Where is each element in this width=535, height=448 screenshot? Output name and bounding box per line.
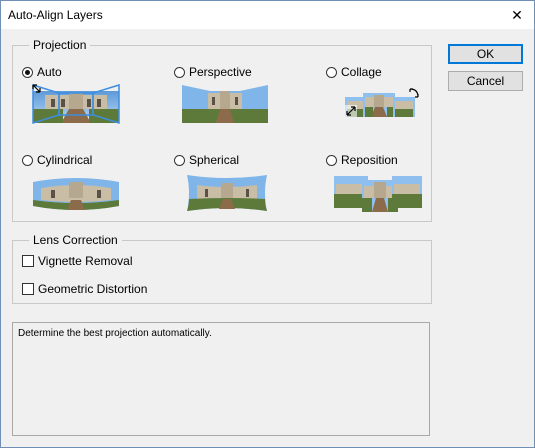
ok-button[interactable]: OK xyxy=(448,44,523,64)
radio-label: Spherical xyxy=(189,153,240,167)
spherical-projection-thumbnail xyxy=(187,175,267,211)
close-icon: ✕ xyxy=(511,6,523,23)
radio-indicator[interactable] xyxy=(326,66,337,78)
resize-arrow-icon xyxy=(32,84,41,93)
rotate-arrow-icon xyxy=(409,88,419,98)
close-button[interactable]: ✕ xyxy=(500,1,534,29)
radio-label: Reposition xyxy=(341,153,398,167)
resize-arrow-icon xyxy=(345,105,357,117)
geometric-distortion-checkbox[interactable]: Geometric Distortion xyxy=(22,282,147,296)
radio-indicator[interactable] xyxy=(22,154,33,166)
radio-spherical[interactable]: Spherical xyxy=(174,153,239,167)
radio-collage[interactable]: Collage xyxy=(326,65,382,79)
radio-perspective[interactable]: Perspective xyxy=(174,65,252,79)
description-box: Determine the best projection automatica… xyxy=(12,322,430,436)
checkbox-label: Geometric Distortion xyxy=(38,282,148,296)
cancel-button[interactable]: Cancel xyxy=(448,71,523,91)
radio-label: Auto xyxy=(37,65,62,79)
title-bar: Auto-Align Layers ✕ xyxy=(1,1,534,29)
description-text: Determine the best projection automatica… xyxy=(18,328,212,339)
radio-reposition[interactable]: Reposition xyxy=(326,153,398,167)
checkbox-indicator[interactable] xyxy=(22,255,34,267)
projection-legend: Projection xyxy=(29,38,91,52)
radio-label: Cylindrical xyxy=(37,153,93,167)
reposition-projection-thumbnail xyxy=(334,176,422,212)
perspective-projection-thumbnail xyxy=(182,83,268,125)
auto-align-layers-dialog: Auto-Align Layers ✕ Projection Auto Pers… xyxy=(0,0,535,448)
auto-projection-thumbnail xyxy=(32,83,120,125)
cylindrical-projection-thumbnail xyxy=(33,178,119,210)
radio-label: Perspective xyxy=(189,65,252,79)
radio-label: Collage xyxy=(341,65,382,79)
dialog-title: Auto-Align Layers xyxy=(8,8,103,22)
vignette-removal-checkbox[interactable]: Vignette Removal xyxy=(22,254,133,268)
radio-auto[interactable]: Auto xyxy=(22,65,62,79)
lens-correction-legend: Lens Correction xyxy=(29,233,122,247)
radio-indicator[interactable] xyxy=(174,154,185,166)
radio-indicator[interactable] xyxy=(22,66,33,78)
checkbox-indicator[interactable] xyxy=(22,283,34,295)
radio-indicator[interactable] xyxy=(174,66,185,78)
checkbox-label: Vignette Removal xyxy=(38,254,133,268)
radio-cylindrical[interactable]: Cylindrical xyxy=(22,153,92,167)
radio-indicator[interactable] xyxy=(326,154,337,166)
